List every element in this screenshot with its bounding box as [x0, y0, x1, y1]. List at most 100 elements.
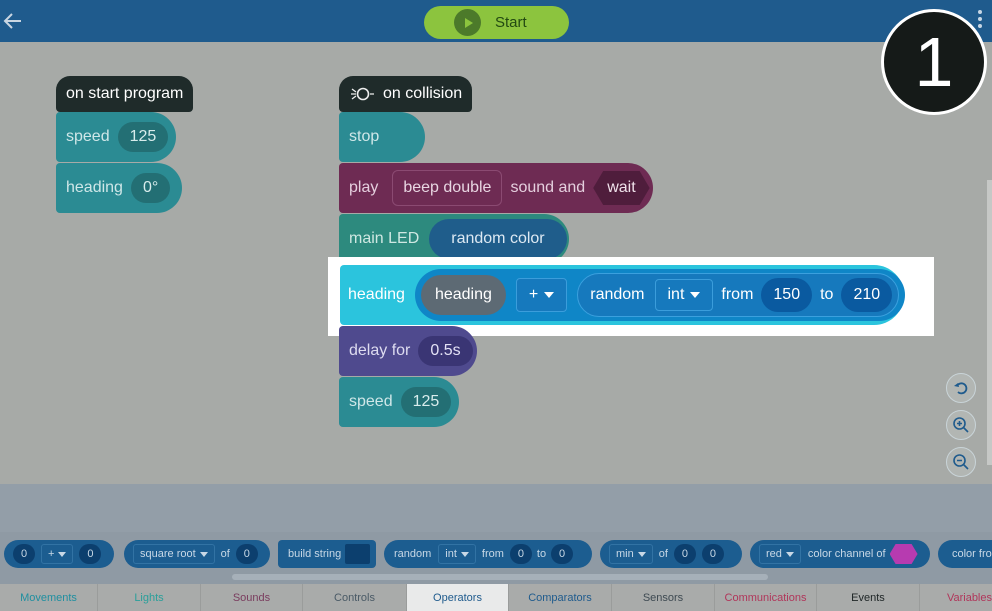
palette-random-int-block[interactable]: random int from 0 to 0	[384, 540, 592, 568]
stop-block[interactable]: stop	[339, 112, 425, 162]
chevron-down-icon	[690, 292, 701, 298]
speed-value[interactable]: 125	[117, 122, 169, 152]
to-label: to	[820, 286, 834, 303]
delay-value[interactable]: 0.5s	[418, 336, 473, 366]
int-label: int	[667, 286, 685, 303]
canvas-scrollbar[interactable]	[987, 180, 992, 465]
stop-label: stop	[349, 128, 380, 145]
tab-label: Sounds	[232, 591, 271, 604]
p3-label: build string	[288, 548, 342, 560]
speed-label: speed	[66, 128, 110, 145]
from-value[interactable]: 150	[761, 278, 813, 312]
palette-square-root-block[interactable]: square root of 0	[124, 540, 270, 568]
tab-label: Controls	[334, 591, 375, 604]
play-label: play	[349, 179, 379, 196]
zoom-out-icon[interactable]	[946, 447, 976, 477]
heading-label: heading	[66, 179, 123, 196]
zoom-in-icon[interactable]	[946, 410, 976, 440]
p1-a: 0	[13, 544, 35, 564]
speed-block[interactable]: speed 125	[56, 112, 176, 162]
speed-block-2[interactable]: speed 125	[339, 377, 459, 427]
p1-b: 0	[79, 544, 102, 564]
heading-value[interactable]: 0°	[130, 173, 171, 203]
operator-dropdown[interactable]: +	[515, 278, 568, 312]
heading-set-label: heading	[348, 286, 405, 303]
top-toolbar: Start	[0, 0, 992, 42]
tab-label: Events	[851, 591, 885, 604]
tab-movements[interactable]: Movements	[0, 584, 98, 611]
tab-variables[interactable]: Variables	[920, 584, 992, 611]
heading-variable[interactable]: heading	[420, 275, 506, 315]
speed-value-2[interactable]: 125	[400, 387, 452, 417]
p2-v: 0	[235, 544, 258, 564]
tab-label: Lights	[134, 591, 164, 604]
tab-label: Comparators	[528, 591, 592, 604]
tab-label: Operators	[433, 591, 482, 604]
to-value[interactable]: 210	[841, 278, 893, 312]
p6-text: color channel of	[807, 548, 886, 560]
operator-block[interactable]: heading + random int from 150 to 210	[414, 269, 906, 321]
hat-label: on start program	[66, 85, 184, 102]
tab-label: Variables	[946, 591, 992, 604]
on-start-program-block[interactable]: on start program	[56, 76, 194, 112]
p7-label: color fro	[952, 548, 992, 560]
random-color-value[interactable]: random color	[429, 219, 567, 259]
palette-min-block[interactable]: min of 0 0	[600, 540, 742, 568]
step-number-badge: 1	[881, 9, 987, 115]
palette-color-from-block[interactable]: color fro	[938, 540, 992, 568]
category-tabs: Movements Lights Sounds Controls Operato…	[0, 584, 992, 611]
tab-lights[interactable]: Lights	[98, 584, 201, 611]
collision-label: on collision	[383, 85, 463, 102]
wait-toggle[interactable]: wait	[593, 171, 649, 205]
p2-of: of	[220, 548, 230, 560]
p4-from: from	[481, 548, 504, 560]
heading-block[interactable]: heading 0°	[56, 163, 182, 213]
on-collision-block[interactable]: on collision	[339, 76, 473, 112]
p5-of: of	[658, 548, 668, 560]
sound-select[interactable]: beep double	[392, 170, 503, 206]
p4-random: random	[394, 548, 432, 560]
tab-sensors[interactable]: Sensors	[612, 584, 715, 611]
play-icon	[454, 9, 481, 36]
tab-label: Movements	[20, 591, 77, 604]
palette-scrollbar[interactable]	[232, 574, 768, 580]
undo-icon[interactable]	[946, 373, 976, 403]
from-label: from	[721, 286, 754, 303]
tab-communications[interactable]: Communications	[715, 584, 817, 611]
delay-block[interactable]: delay for 0.5s	[339, 326, 477, 376]
p5-b: 0	[701, 544, 724, 564]
tab-comparators[interactable]: Comparators	[509, 584, 612, 611]
tab-events[interactable]: Events	[817, 584, 920, 611]
p2-fn-dropdown: square root	[133, 544, 215, 564]
play-sound-block[interactable]: play beep double sound and wait	[339, 163, 653, 213]
collision-icon	[351, 87, 374, 101]
sound-and-label: sound and	[510, 179, 586, 196]
tab-label: Sensors	[642, 591, 684, 604]
tab-controls[interactable]: Controls	[303, 584, 407, 611]
delay-label: delay for	[349, 342, 411, 359]
main-led-label: main LED	[349, 230, 420, 247]
p1-op-dropdown: +	[41, 544, 74, 564]
p4-b: 0	[551, 544, 574, 564]
palette-color-channel-block[interactable]: red color channel of	[750, 540, 930, 568]
tab-operators[interactable]: Operators	[407, 584, 509, 611]
p4-int-dropdown: int	[438, 544, 476, 564]
heading-set-block[interactable]: heading heading + random int from 150 to…	[340, 265, 906, 325]
tab-sounds[interactable]: Sounds	[201, 584, 303, 611]
p5-a: 0	[673, 544, 696, 564]
chevron-down-icon	[544, 292, 555, 298]
back-arrow-icon[interactable]	[2, 10, 24, 32]
p4-to: to	[536, 548, 547, 560]
int-dropdown[interactable]: int	[654, 279, 714, 311]
p6-color-dropdown: red	[759, 544, 801, 564]
palette-arithmetic-block[interactable]: 0 + 0	[4, 540, 114, 568]
p4-a: 0	[509, 544, 532, 564]
random-int-block[interactable]: random int from 150 to 210	[577, 273, 900, 317]
random-label: random	[590, 286, 645, 303]
palette-build-string-block[interactable]: build string	[278, 540, 376, 568]
operator-label: +	[528, 286, 539, 303]
palette-header	[0, 484, 992, 532]
start-label: Start	[495, 14, 527, 31]
start-button[interactable]: Start	[424, 6, 569, 39]
p5-fn-dropdown: min	[609, 544, 653, 564]
